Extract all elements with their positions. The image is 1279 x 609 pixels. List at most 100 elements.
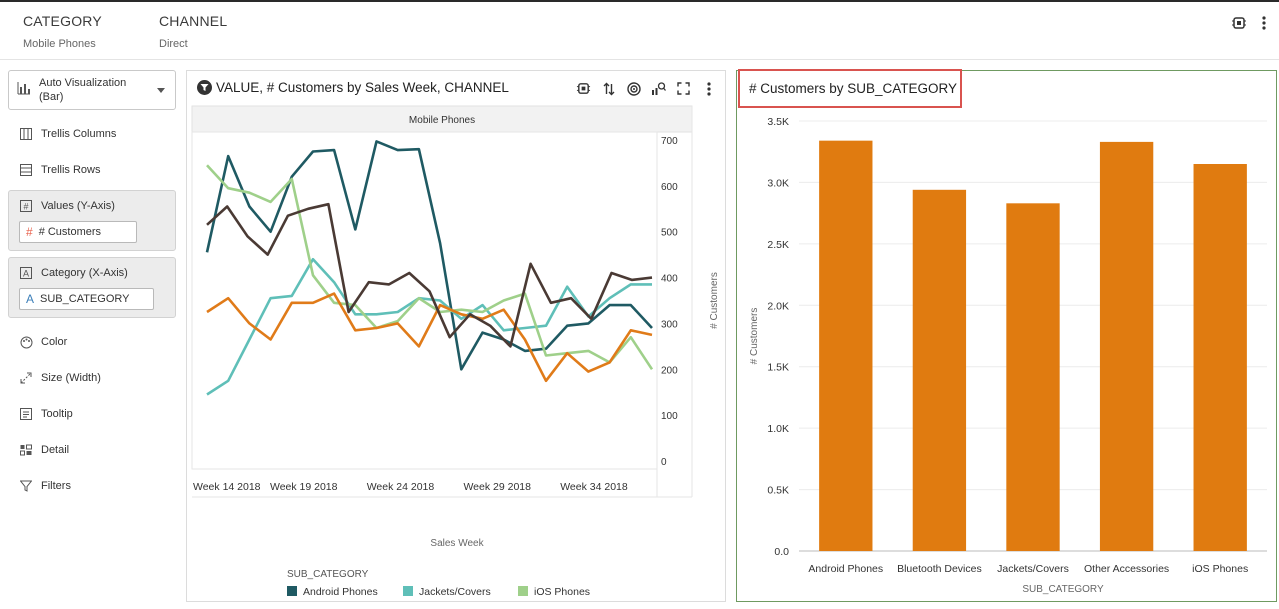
ai-insights-icon[interactable]: [575, 80, 592, 97]
bar-chart-panel[interactable]: # Customers by SUB_CATEGORY 0.0 0.5K 1.0K 1…: [736, 69, 1277, 602]
resize-icon: [19, 371, 33, 385]
visualization-type-select[interactable]: Auto Visualization (Bar): [8, 70, 176, 110]
tooltip-icon: [19, 407, 33, 421]
x-tick-label: Android Phones: [808, 563, 883, 575]
more-vertical-icon[interactable]: [1255, 14, 1273, 32]
size-drop[interactable]: Size (Width): [8, 360, 176, 396]
y-tick-label: 3.0K: [767, 177, 789, 189]
y-tick-label: 3.5K: [767, 116, 789, 128]
y-tick-label: 700: [661, 136, 678, 147]
hash-grid-icon: #: [19, 199, 33, 213]
color-label: Color: [41, 336, 68, 348]
y-tick-label: 2.0K: [767, 300, 789, 312]
category-title: Category (X-Axis): [41, 267, 128, 279]
svg-text:A: A: [23, 269, 29, 279]
panel-title-highlight: # Customers by SUB_CATEGORY: [738, 69, 962, 108]
legend-swatch: [403, 586, 413, 596]
tooltip-drop[interactable]: Tooltip: [8, 396, 176, 432]
palette-icon: [19, 335, 33, 349]
bar-chart-icon: [17, 81, 31, 100]
y-tick-label: 0.0: [774, 546, 789, 558]
attribute-pill-label: SUB_CATEGORY: [40, 293, 130, 305]
x-tick-label: Week 29 2018: [463, 481, 531, 493]
bar-chart-title: # Customers by SUB_CATEGORY: [749, 81, 958, 96]
y-tick-label: 0: [661, 457, 667, 468]
grammar-panel: Auto Visualization (Bar) Trellis Columns…: [8, 70, 176, 504]
legend-swatch: [287, 586, 297, 596]
filter-label: CATEGORY: [23, 13, 102, 29]
rows-icon: [19, 163, 33, 177]
visualization-type-label: Auto Visualization (Bar): [39, 77, 127, 103]
chevron-down-icon: [157, 88, 165, 93]
line-chart-panel[interactable]: VALUE, # Customers by Sales Week, CHANNE…: [186, 70, 726, 602]
sort-icon[interactable]: [600, 80, 617, 97]
y-axis-title: # Customers: [709, 272, 720, 329]
trellis-rows-drop[interactable]: Trellis Rows: [8, 152, 176, 188]
filter-value: Direct: [159, 38, 188, 50]
explain-icon[interactable]: [650, 80, 667, 97]
detail-label: Detail: [41, 444, 70, 456]
y-tick-label: 1.5K: [767, 362, 789, 374]
y-tick-label: 600: [661, 182, 678, 193]
legend-item: Android Phones: [303, 586, 378, 598]
line-chart-title: VALUE, # Customers by Sales Week, CHANNE…: [216, 80, 509, 95]
target-icon[interactable]: [625, 80, 642, 97]
y-tick-label: 1.0K: [767, 423, 789, 435]
bar: [912, 189, 967, 552]
values-drop-zone[interactable]: # Values (Y-Axis) # # Customers: [8, 190, 176, 251]
tooltip-label: Tooltip: [41, 408, 73, 420]
x-axis-title: SUB_CATEGORY: [1022, 584, 1104, 595]
trellis-rows-label: Trellis Rows: [41, 164, 101, 176]
filter-icon: [197, 80, 212, 95]
color-drop[interactable]: Color: [8, 324, 176, 360]
trellis-columns-drop[interactable]: Trellis Columns: [8, 116, 176, 152]
ai-insights-icon[interactable]: [1230, 14, 1248, 32]
detail-icon: [19, 443, 33, 457]
filter-value: Mobile Phones: [23, 38, 96, 50]
detail-drop[interactable]: Detail: [8, 432, 176, 468]
values-title: Values (Y-Axis): [41, 200, 115, 212]
attribute-pill-subcategory[interactable]: A SUB_CATEGORY: [19, 288, 154, 310]
trellis-columns-label: Trellis Columns: [41, 128, 117, 140]
line-chart[interactable]: Mobile Phones 0 100 200 300 400 500 600 700 # Cus…: [187, 101, 725, 601]
legend-item: Jackets/Covers: [419, 586, 491, 598]
x-axis-title: Sales Week: [430, 538, 484, 549]
bar: [819, 140, 873, 551]
x-tick-label: Week 19 2018: [270, 481, 338, 493]
x-tick-label: Week 14 2018: [193, 481, 261, 493]
legend-item: iOS Phones: [534, 586, 590, 598]
svg-text:#: #: [23, 202, 28, 212]
x-tick-label: iOS Phones: [1192, 563, 1248, 575]
x-tick-label: Other Accessories: [1084, 563, 1169, 575]
bar: [1099, 141, 1154, 551]
filter-bar: CATEGORY Mobile Phones CHANNEL Direct: [0, 2, 1279, 60]
more-vertical-icon[interactable]: [700, 80, 717, 97]
bar-chart[interactable]: 0.0 0.5K 1.0K 1.5K 2.0K 2.5K 3.0K 3.5K # Custome…: [737, 111, 1276, 601]
expand-icon[interactable]: [675, 80, 692, 97]
y-tick-label: 2.5K: [767, 239, 789, 251]
y-tick-label: 500: [661, 228, 678, 239]
filter-channel[interactable]: CHANNEL Direct: [159, 13, 227, 50]
filter-icon: [19, 479, 33, 493]
x-tick-label: Week 34 2018: [560, 481, 628, 493]
attribute-grid-icon: A: [19, 266, 33, 280]
x-tick-label: Jackets/Covers: [997, 563, 1069, 575]
filters-label: Filters: [41, 480, 71, 492]
attribute-icon: A: [26, 292, 35, 306]
filters-drop[interactable]: Filters: [8, 468, 176, 504]
measure-pill-label: # Customers: [38, 226, 102, 238]
filter-category[interactable]: CATEGORY Mobile Phones: [23, 13, 102, 50]
panel-title: VALUE, # Customers by Sales Week, CHANNE…: [197, 80, 509, 95]
y-tick-label: 300: [661, 319, 678, 330]
measure-pill-customers[interactable]: # # Customers: [19, 221, 137, 243]
legend-swatch: [518, 586, 528, 596]
y-axis-title: # Customers: [749, 308, 760, 365]
bar: [1193, 164, 1247, 551]
trellis-header: Mobile Phones: [409, 115, 475, 126]
columns-icon: [19, 127, 33, 141]
x-tick-label: Bluetooth Devices: [897, 563, 982, 575]
y-tick-label: 200: [661, 365, 678, 376]
measure-icon: #: [26, 225, 33, 239]
category-drop-zone[interactable]: A Category (X-Axis) A SUB_CATEGORY: [8, 257, 176, 318]
y-tick-label: 0.5K: [767, 485, 789, 497]
